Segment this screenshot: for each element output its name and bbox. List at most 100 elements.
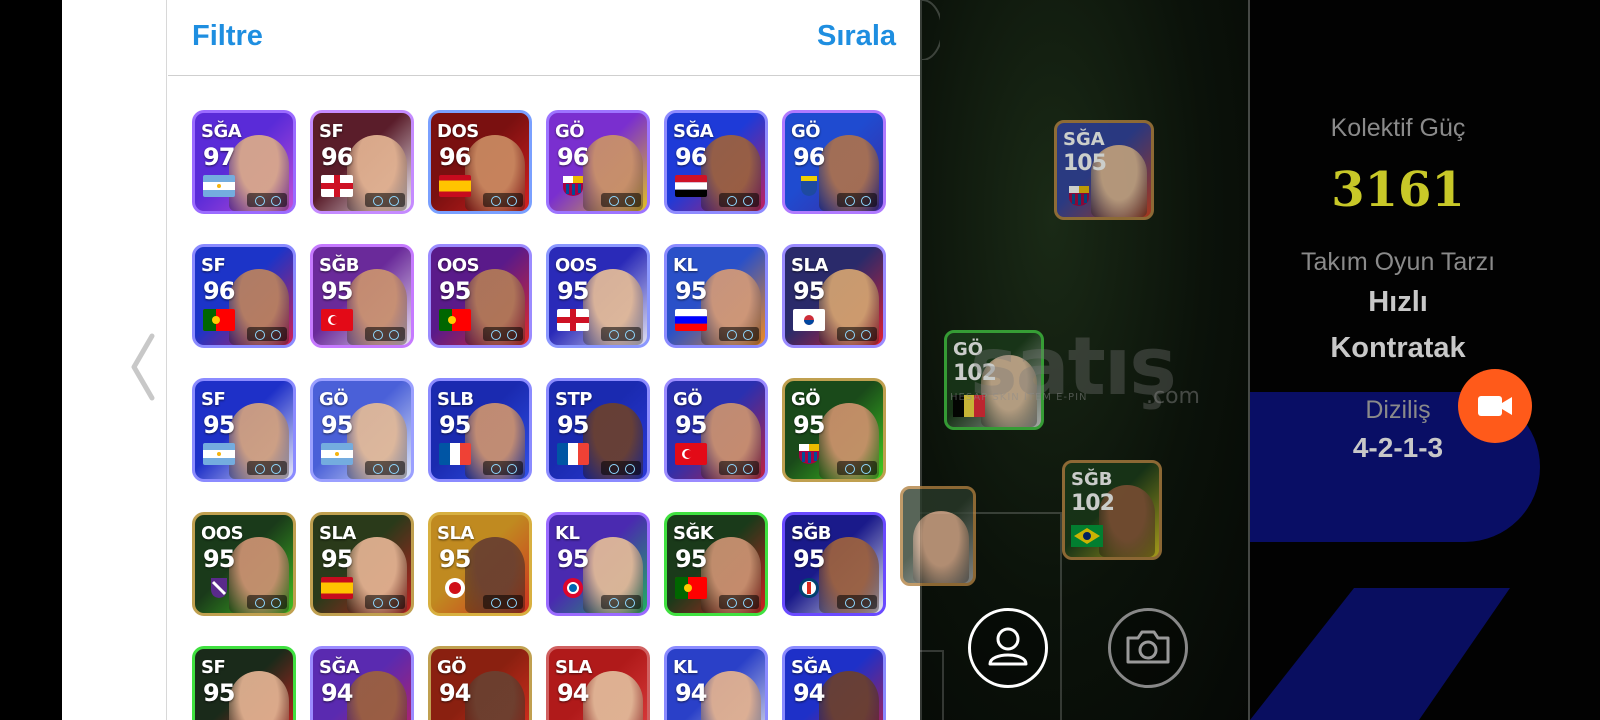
player-portrait (913, 511, 969, 583)
collective-power-label: Kolektif Güç (1330, 114, 1466, 142)
skill-slots (247, 327, 287, 341)
panel-side-strip (62, 0, 167, 720)
player-position: GÖ (555, 121, 585, 142)
player-position: KL (555, 523, 580, 544)
skill-slots (601, 193, 641, 207)
player-card[interactable]: GÖ 95 (310, 378, 414, 482)
player-position: SĞA (319, 657, 360, 678)
player-rating: 96 (557, 143, 589, 171)
player-card[interactable]: SĞB 95 (310, 244, 414, 348)
player-card[interactable]: SĞA 96 (664, 110, 768, 214)
player-position: SF (319, 121, 344, 142)
player-card[interactable]: KL 94 (664, 646, 768, 720)
player-rating: 102 (1071, 491, 1115, 516)
club-crest-2-flag-icon (203, 577, 235, 599)
player-position: SĞA (1063, 129, 1105, 150)
player-card[interactable]: SF 95 (192, 646, 296, 720)
skill-slots (837, 193, 877, 207)
player-card[interactable]: KL 95 (664, 244, 768, 348)
player-rating: 95 (557, 411, 589, 439)
player-rating: 96 (675, 143, 707, 171)
person-icon (988, 627, 1028, 666)
player-rating: 95 (321, 545, 353, 573)
player-card[interactable]: GÖ 95 (664, 378, 768, 482)
pitch-line (920, 650, 942, 652)
profile-button[interactable] (968, 608, 1048, 688)
player-rating: 97 (203, 143, 235, 171)
player-position: SLA (319, 523, 356, 544)
player-card[interactable]: SĞA 94 (782, 646, 886, 720)
player-position: GÖ (319, 389, 349, 410)
egypt-flag-icon (675, 175, 707, 197)
player-portrait (583, 671, 643, 720)
player-card[interactable]: SĞB 95 (782, 512, 886, 616)
player-card[interactable]: KL 95 (546, 512, 650, 616)
player-card[interactable]: SLA 95 (310, 512, 414, 616)
sort-button[interactable]: Sırala (817, 20, 896, 53)
korea-flag-icon (793, 309, 825, 331)
skill-slots (719, 595, 759, 609)
player-card[interactable]: GÖ 96 (546, 110, 650, 214)
portugal-flag-icon (439, 309, 471, 331)
barcelona-flag-icon (793, 443, 825, 465)
player-rating: 95 (557, 545, 589, 573)
player-rating: 94 (321, 679, 353, 707)
watermark-domain: .com (1146, 384, 1200, 409)
player-card[interactable]: OOS 95 (192, 512, 296, 616)
player-card[interactable]: SĞK 95 (664, 512, 768, 616)
player-rating: 96 (203, 277, 235, 305)
player-card[interactable]: SLB 95 (428, 378, 532, 482)
pitch-line (942, 650, 944, 720)
player-position: OOS (201, 523, 244, 544)
watermark: satış HESAP SKIN ITEM E-PIN .com (950, 320, 1210, 413)
screenshot-button[interactable] (1108, 608, 1188, 688)
player-rating: 94 (675, 679, 707, 707)
player-rating: 95 (203, 679, 235, 707)
player-card[interactable]: SLA 94 (546, 646, 650, 720)
player-card[interactable]: GÖ 96 (782, 110, 886, 214)
turkey-flag-icon (675, 443, 707, 465)
barcelona-flag-icon (557, 175, 589, 197)
player-card[interactable]: SLA 95 (782, 244, 886, 348)
player-card[interactable]: DOS 96 (428, 110, 532, 214)
skill-slots (719, 461, 759, 475)
player-card[interactable]: STP 95 (546, 378, 650, 482)
player-card[interactable]: GÖ 94 (428, 646, 532, 720)
center-circle-arc (921, 0, 940, 60)
player-card[interactable]: OOS 95 (428, 244, 532, 348)
player-card[interactable]: SĞA 94 (310, 646, 414, 720)
player-card[interactable]: SĞA 97 (192, 110, 296, 214)
player-rating: 95 (439, 545, 471, 573)
player-rating: 96 (321, 143, 353, 171)
pitch-player-card[interactable]: SĞB 102 (1062, 460, 1162, 560)
player-position: SF (201, 657, 226, 678)
watermark-subtext: HESAP SKIN ITEM E-PIN (950, 392, 1088, 403)
skill-slots (601, 327, 641, 341)
player-portrait (465, 671, 525, 720)
skill-slots (483, 327, 523, 341)
player-rating: 96 (439, 143, 471, 171)
player-card[interactable]: SF 95 (192, 378, 296, 482)
team-playstyle-value-line2: Kontratak (1330, 332, 1466, 364)
player-card[interactable]: SF 96 (192, 244, 296, 348)
player-position: OOS (555, 255, 598, 276)
player-card[interactable]: SF 96 (310, 110, 414, 214)
player-position: SĞB (791, 523, 831, 544)
turkey-flag-icon (321, 309, 353, 331)
list-top-bar: Filtre Sırala (168, 0, 920, 76)
filter-button[interactable]: Filtre (192, 20, 263, 53)
skill-slots (365, 327, 405, 341)
player-card[interactable]: SLA 95 (428, 512, 532, 616)
record-button[interactable] (1458, 369, 1532, 443)
club-crest-3-flag-icon (439, 577, 471, 599)
decorative-shape (1250, 588, 1510, 720)
player-card[interactable]: OOS 95 (546, 244, 650, 348)
skill-slots (483, 461, 523, 475)
pitch-player-card[interactable] (900, 486, 976, 586)
chevron-left-icon[interactable] (128, 332, 158, 402)
skill-slots (719, 327, 759, 341)
player-card[interactable]: GÖ 95 (782, 378, 886, 482)
france-flag-icon (557, 443, 589, 465)
pitch-player-card[interactable]: SĞA 105 (1054, 120, 1154, 220)
player-position: SĞB (319, 255, 359, 276)
